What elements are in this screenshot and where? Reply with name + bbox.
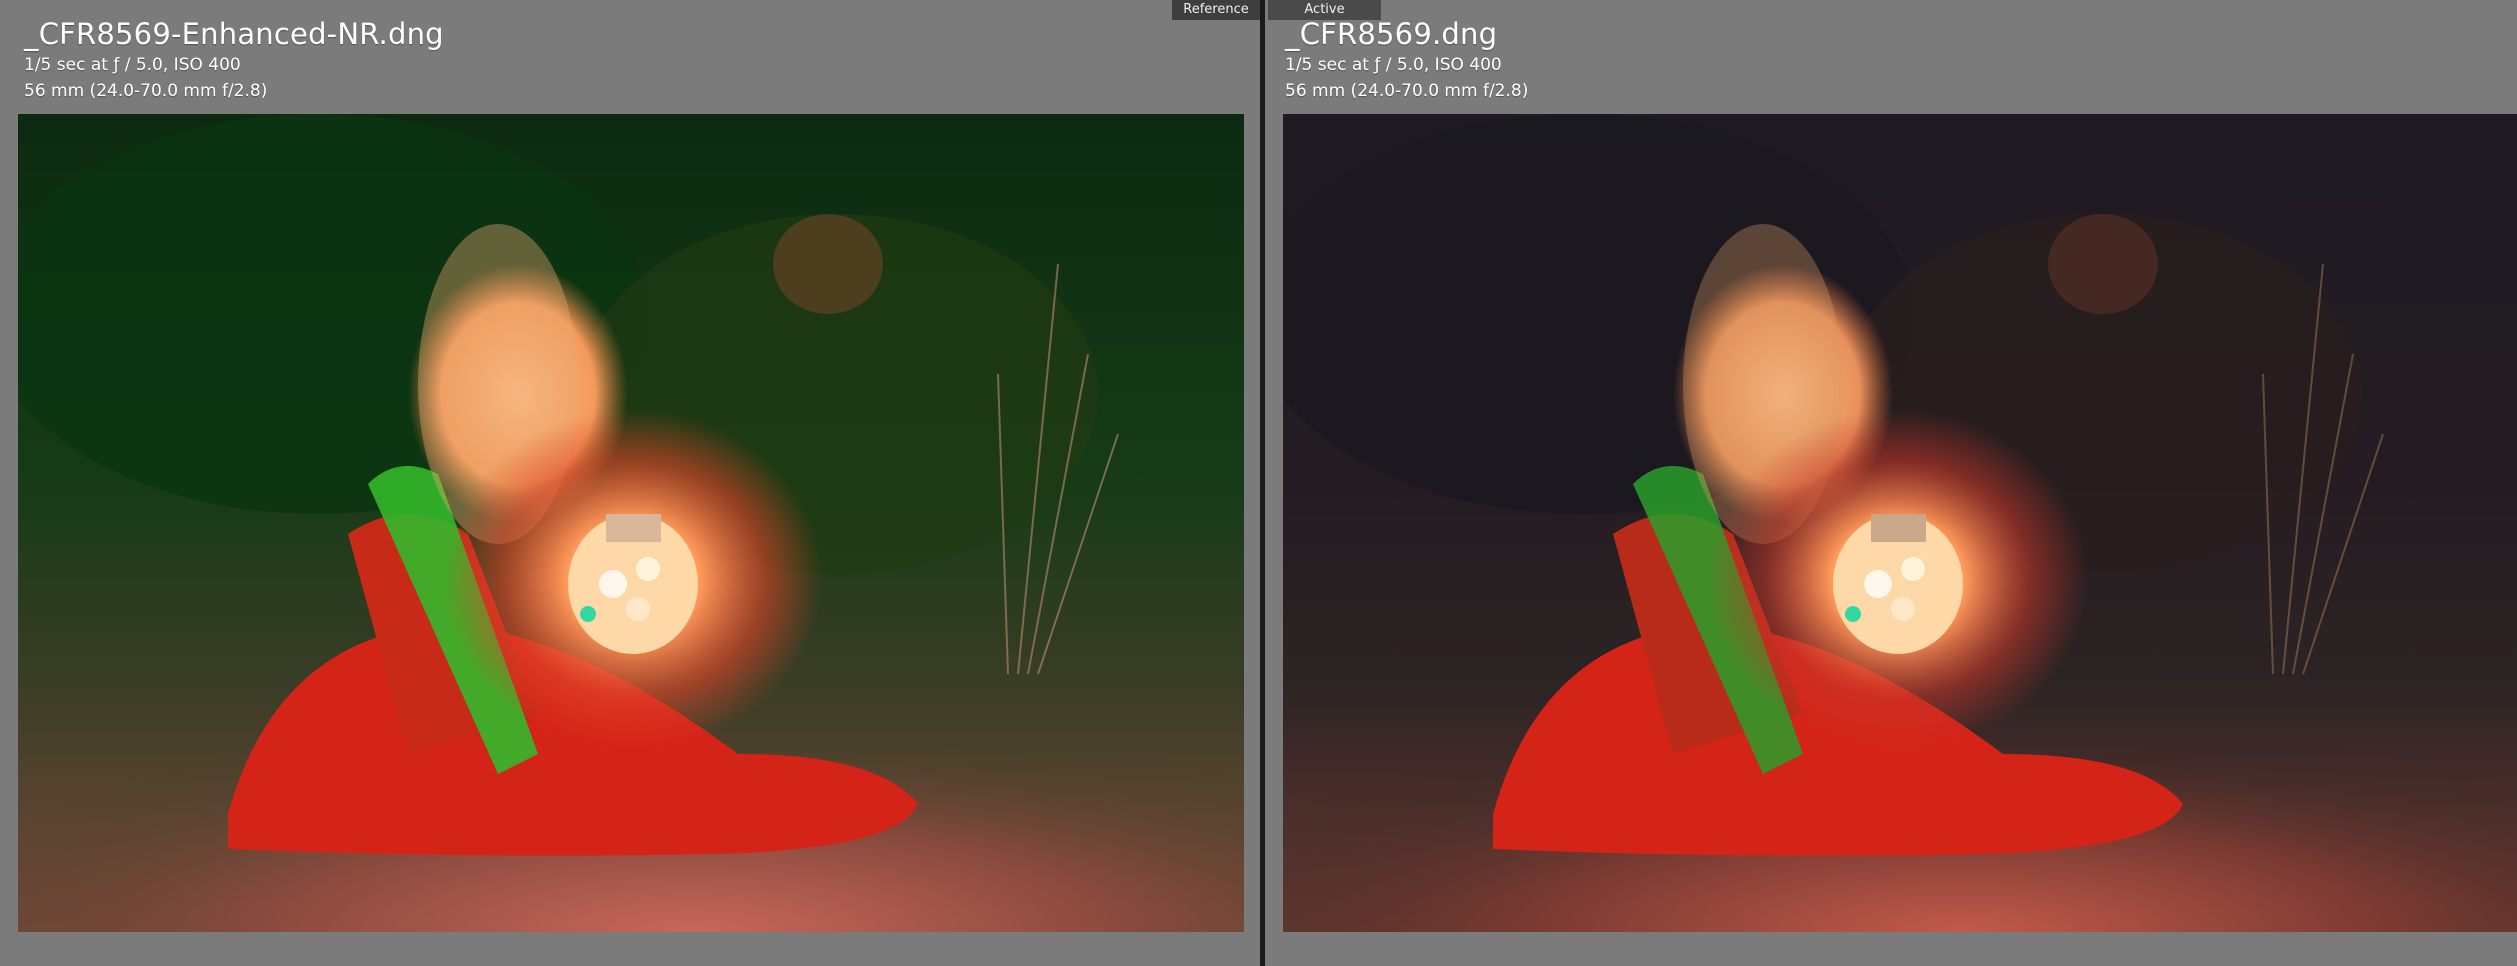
reference-info-overlay: _CFR8569-Enhanced-NR.dng 1/5 sec at ƒ / … bbox=[24, 16, 444, 104]
reference-label: Reference bbox=[1172, 0, 1260, 20]
active-photo[interactable] bbox=[1283, 114, 2517, 932]
active-label: Active bbox=[1268, 0, 1381, 20]
reference-pane[interactable]: _CFR8569-Enhanced-NR.dng 1/5 sec at ƒ / … bbox=[0, 0, 1260, 966]
active-lens-info: 56 mm (24.0-70.0 mm f/2.8) bbox=[1285, 81, 1529, 101]
active-filename: _CFR8569.dng bbox=[1285, 17, 1498, 51]
reference-photo[interactable] bbox=[18, 114, 1244, 932]
reference-photo-image bbox=[18, 114, 1244, 932]
active-info-overlay: _CFR8569.dng 1/5 sec at ƒ / 5.0, ISO 400… bbox=[1285, 16, 1528, 104]
active-photo-image bbox=[1283, 114, 2517, 932]
active-exposure-info: 1/5 sec at ƒ / 5.0, ISO 400 bbox=[1285, 55, 1502, 75]
reference-lens-info: 56 mm (24.0-70.0 mm f/2.8) bbox=[24, 81, 268, 101]
reference-filename: _CFR8569-Enhanced-NR.dng bbox=[24, 17, 444, 51]
active-pane[interactable]: _CFR8569.dng 1/5 sec at ƒ / 5.0, ISO 400… bbox=[1265, 0, 2517, 966]
reference-exposure-info: 1/5 sec at ƒ / 5.0, ISO 400 bbox=[24, 55, 241, 75]
